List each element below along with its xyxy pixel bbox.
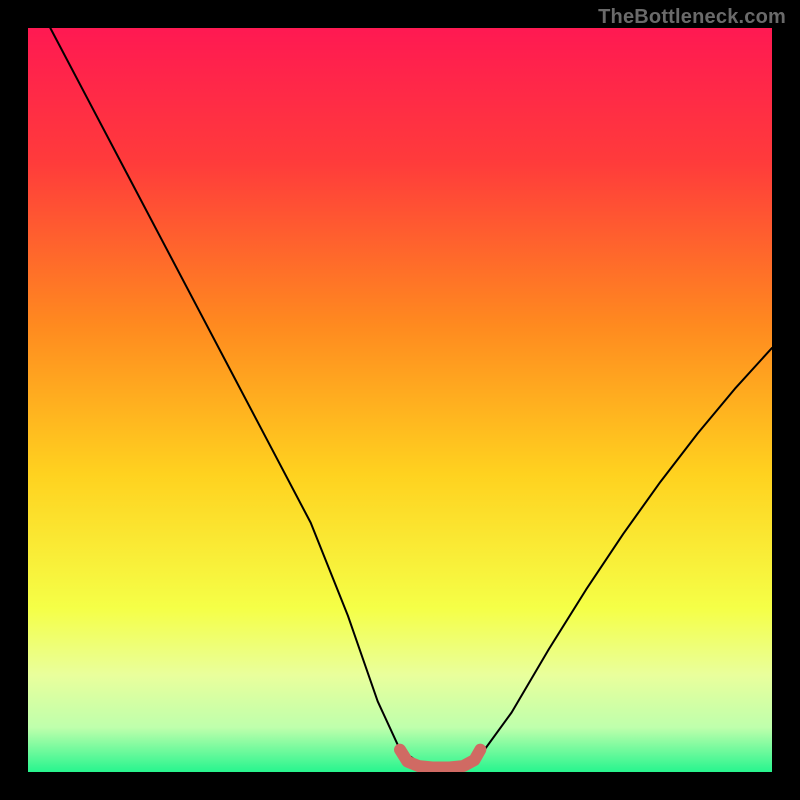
curve-layer — [28, 28, 772, 772]
series-sweet-spot-marker — [400, 750, 480, 768]
series-bottleneck-curve — [50, 28, 772, 766]
plot-area — [28, 28, 772, 772]
watermark-text: TheBottleneck.com — [598, 6, 786, 29]
chart-container: TheBottleneck.com — [0, 0, 800, 800]
